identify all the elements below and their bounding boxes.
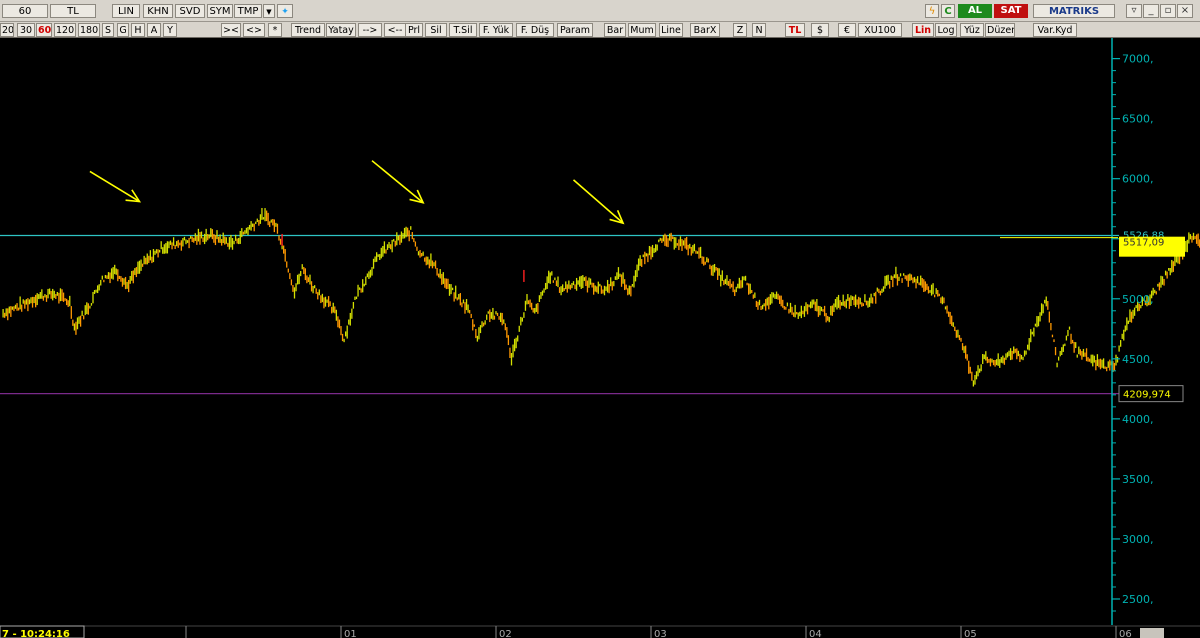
status-time: 7 - 10:24:16 bbox=[2, 629, 70, 638]
tool-button-16[interactable]: BarX bbox=[690, 23, 720, 37]
last-price-label: 5517,09 bbox=[1123, 238, 1164, 249]
tool-button-21[interactable]: € bbox=[838, 23, 856, 37]
tool-button-22[interactable]: XU100 bbox=[858, 23, 902, 37]
y-tick-label: 7000, bbox=[1122, 53, 1154, 66]
brand-logo: MATRIKS bbox=[1033, 4, 1115, 18]
sym-button[interactable]: SYM bbox=[207, 4, 233, 18]
khn-button[interactable]: KHN bbox=[143, 4, 173, 18]
twitter-icon[interactable]: ✦ bbox=[277, 4, 293, 18]
tool-button-20[interactable]: $ bbox=[811, 23, 829, 37]
menu-chevron-icon[interactable]: ▿ bbox=[1126, 4, 1142, 18]
tool-button-25[interactable]: Yüz bbox=[960, 23, 984, 37]
y-tick-label: 6500, bbox=[1122, 113, 1154, 126]
y-tick-label: 2500, bbox=[1122, 593, 1154, 606]
tool-button-6[interactable]: <-- bbox=[384, 23, 406, 37]
tool-button-23[interactable]: Lin bbox=[912, 23, 934, 37]
period-button-1[interactable]: 30 bbox=[17, 23, 35, 37]
period-button-3[interactable]: 120 bbox=[54, 23, 76, 37]
tool-button-0[interactable]: >< bbox=[221, 23, 241, 37]
buy-button[interactable]: AL bbox=[958, 4, 992, 18]
lightning-icon[interactable]: ϟ bbox=[925, 4, 939, 18]
tool-button-15[interactable]: Line bbox=[659, 23, 683, 37]
x-tick-label: 01 bbox=[344, 629, 357, 638]
top-toolbar: 60 TL LIN KHN SVD SYM TMP ▼ ✦ ϟ C AL SAT… bbox=[0, 0, 1200, 22]
refresh-icon[interactable]: C bbox=[941, 4, 955, 18]
tool-button-8[interactable]: Sil bbox=[425, 23, 447, 37]
x-tick-label: 06 bbox=[1119, 629, 1132, 638]
support-price-label: 4209,974 bbox=[1123, 390, 1171, 401]
period-button-9[interactable]: Y bbox=[163, 23, 177, 37]
y-tick-label: 4500, bbox=[1122, 353, 1154, 366]
tool-button-4[interactable]: Yatay bbox=[326, 23, 356, 37]
tool-button-26[interactable]: Düzen bbox=[985, 23, 1015, 37]
tool-toolbar: 20 30 60 120 180 S G H A Y >< <> * Trend Yatay --> <-- Pr… bbox=[0, 22, 1200, 38]
tool-button-14[interactable]: Mum bbox=[628, 23, 656, 37]
sell-button[interactable]: SAT bbox=[994, 4, 1028, 18]
maximize-icon[interactable]: ▫ bbox=[1160, 4, 1176, 18]
y-tick-label: 4000, bbox=[1122, 413, 1154, 426]
tool-button-10[interactable]: F. Yük bbox=[479, 23, 513, 37]
y-tick-label: 5000, bbox=[1122, 293, 1154, 306]
tool-button-5[interactable]: --> bbox=[358, 23, 382, 37]
period-button-2[interactable]: 60 bbox=[36, 23, 52, 37]
currency-box[interactable]: TL bbox=[50, 4, 96, 18]
tool-button-9[interactable]: T.Sil bbox=[449, 23, 477, 37]
x-tick-label: 04 bbox=[809, 629, 822, 638]
tool-button-12[interactable]: Param bbox=[557, 23, 593, 37]
period-button-6[interactable]: G bbox=[117, 23, 129, 37]
tool-button-27[interactable]: Var.Kyd bbox=[1033, 23, 1077, 37]
tool-button-3[interactable]: Trend bbox=[291, 23, 325, 37]
tool-button-18[interactable]: N bbox=[752, 23, 766, 37]
x-tick-label: 02 bbox=[499, 629, 512, 638]
tmp-button[interactable]: TMP bbox=[234, 4, 262, 18]
corner-grip-icon bbox=[1140, 628, 1164, 638]
price-chart[interactable]: 7000,6500,6000,5500,5000,4500,4000,3500,… bbox=[0, 0, 1200, 638]
y-tick-label: 3500, bbox=[1122, 473, 1154, 486]
tool-button-11[interactable]: F. Düş bbox=[516, 23, 554, 37]
plot-background bbox=[0, 38, 1200, 638]
dropdown-arrow-icon[interactable]: ▼ bbox=[263, 4, 275, 18]
period-button-7[interactable]: H bbox=[131, 23, 145, 37]
svd-button[interactable]: SVD bbox=[175, 4, 205, 18]
y-tick-label: 6000, bbox=[1122, 173, 1154, 186]
period-button-4[interactable]: 180 bbox=[78, 23, 100, 37]
close-icon[interactable]: × bbox=[1177, 4, 1193, 18]
tool-button-17[interactable]: Z bbox=[733, 23, 747, 37]
tool-button-2[interactable]: * bbox=[268, 23, 282, 37]
period-button-5[interactable]: S bbox=[102, 23, 114, 37]
period-button-8[interactable]: A bbox=[147, 23, 161, 37]
minimize-icon[interactable]: _ bbox=[1143, 4, 1159, 18]
x-tick-label: 03 bbox=[654, 629, 667, 638]
lin-button[interactable]: LIN bbox=[112, 4, 140, 18]
tool-button-13[interactable]: Bar bbox=[604, 23, 626, 37]
period-button-0[interactable]: 20 bbox=[0, 23, 14, 37]
period-box[interactable]: 60 bbox=[2, 4, 48, 18]
x-tick-label: 05 bbox=[964, 629, 977, 638]
tool-button-7[interactable]: Prl bbox=[405, 23, 423, 37]
tool-button-24[interactable]: Log bbox=[935, 23, 957, 37]
tool-button-19[interactable]: TL bbox=[785, 23, 805, 37]
y-tick-label: 3000, bbox=[1122, 533, 1154, 546]
tool-button-1[interactable]: <> bbox=[243, 23, 265, 37]
